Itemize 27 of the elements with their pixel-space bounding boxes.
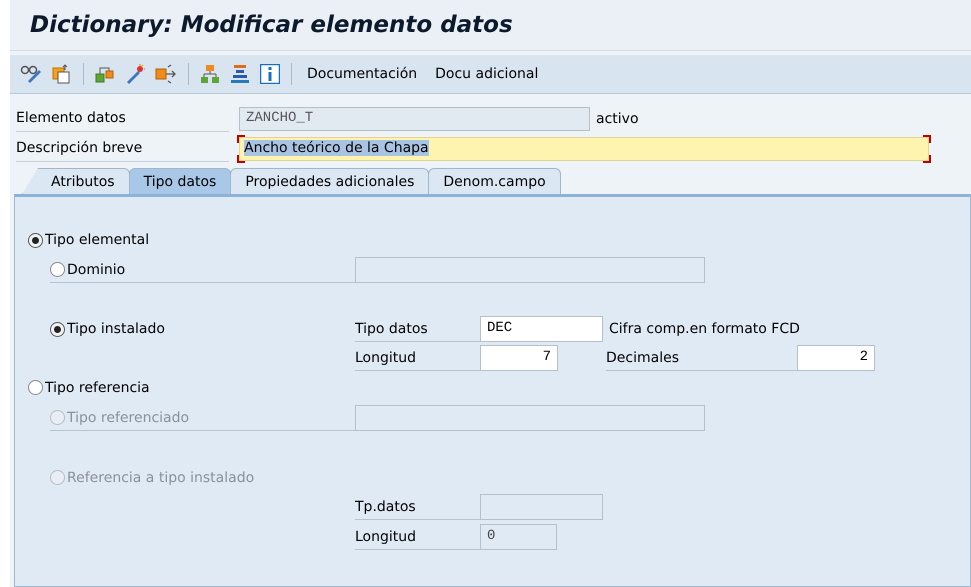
field-label: Decimales bbox=[606, 350, 679, 366]
tab[interactable]: Atributos bbox=[22, 168, 130, 194]
radio-option[interactable]: Tipo referencia bbox=[28, 376, 150, 399]
type-description: Cifra comp.en formato FCD bbox=[608, 321, 800, 337]
field-label: Longitud bbox=[355, 528, 416, 544]
field-label: Descripción breve bbox=[16, 136, 229, 162]
radio-option[interactable]: Tipo elemental bbox=[28, 229, 150, 251]
toolbar-button[interactable]: Documentación bbox=[301, 62, 424, 86]
status-text: activo bbox=[596, 111, 639, 127]
toolbar-button[interactable]: Docu adicional bbox=[429, 62, 544, 86]
radio-option[interactable]: Tipo instalado bbox=[50, 318, 165, 340]
stacked-bars-icon[interactable] bbox=[228, 62, 252, 86]
field-label: Longitud bbox=[355, 350, 416, 366]
tab[interactable]: Denom.campo bbox=[428, 168, 561, 194]
radio-option[interactable]: Dominio bbox=[50, 258, 126, 280]
input-field[interactable]: 2 bbox=[797, 345, 875, 371]
field-label: Elemento datos bbox=[16, 106, 229, 132]
field-label: Tp.datos bbox=[355, 498, 416, 514]
text-field[interactable]: Ancho teórico de la Chapa bbox=[239, 137, 929, 161]
input-field[interactable]: 7 bbox=[480, 345, 558, 371]
input-field[interactable]: DEC bbox=[480, 316, 603, 342]
window-title: Dictionary: Modificar elemento datos bbox=[30, 12, 513, 38]
tab[interactable]: Tipo datos bbox=[128, 168, 232, 194]
org-chart-icon[interactable] bbox=[198, 62, 222, 86]
tab[interactable]: Propiedades adicionales bbox=[230, 168, 430, 194]
info-icon[interactable] bbox=[258, 62, 282, 86]
field-label: Tipo datos bbox=[355, 320, 428, 336]
